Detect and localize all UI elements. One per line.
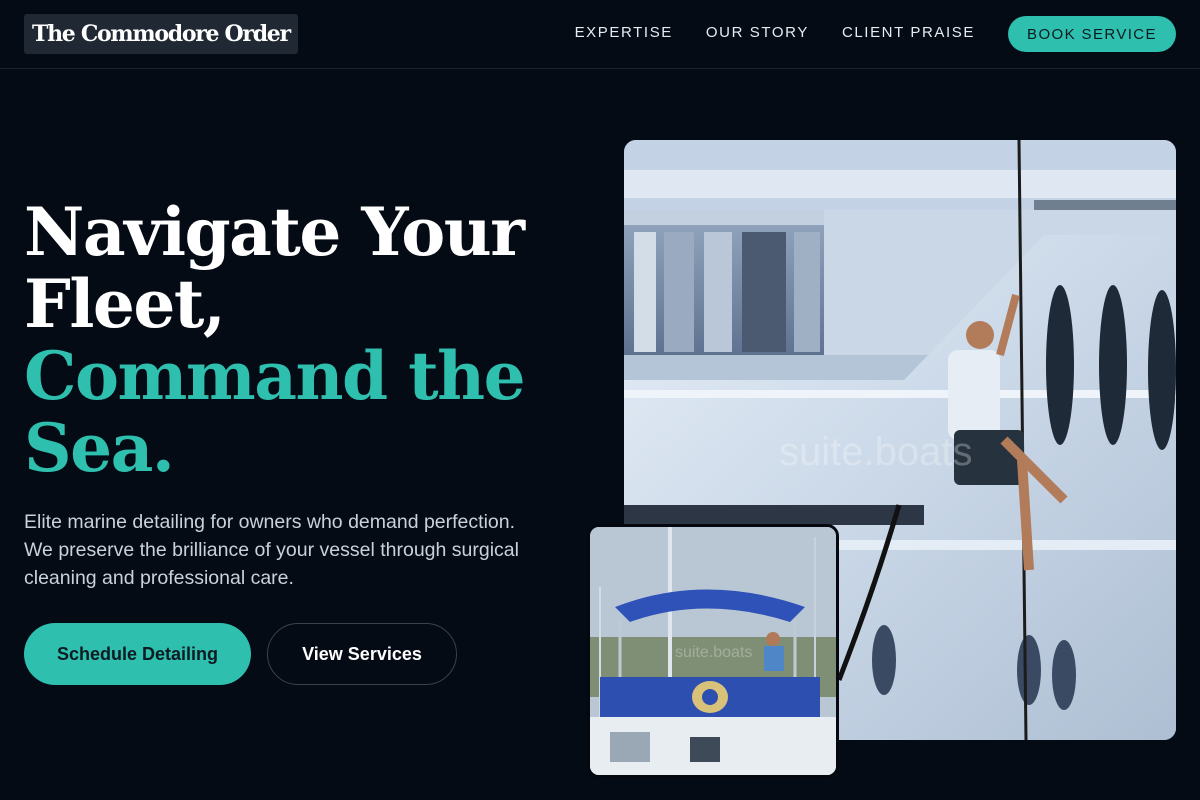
headline-line-4: Sea. — [24, 409, 175, 487]
headline-line-3: Command the — [24, 337, 526, 415]
main-photo-watermark: suite.boats — [779, 430, 972, 474]
book-service-button[interactable]: BOOK SERVICE — [1008, 16, 1176, 52]
headline-line-2: Fleet, — [24, 265, 226, 343]
hero-subtext: Elite marine detailing for owners who de… — [24, 511, 519, 589]
brand-logo[interactable]: The Commodore Order — [24, 14, 298, 54]
top-navigation: The Commodore Order EXPERTISE OUR STORY … — [0, 0, 1200, 69]
nav-link-expertise[interactable]: EXPERTISE — [575, 24, 673, 41]
hero-headline: Navigate Your Fleet, Command the Sea. — [24, 196, 584, 484]
view-services-button[interactable]: View Services — [267, 623, 457, 685]
inset-photo-watermark: suite.boats — [675, 644, 752, 661]
headline-line-1: Navigate Your — [24, 193, 525, 271]
nav-links: EXPERTISE OUR STORY CLIENT PRAISE — [575, 24, 975, 41]
schedule-detailing-button[interactable]: Schedule Detailing — [24, 623, 251, 685]
nav-link-client-praise[interactable]: CLIENT PRAISE — [842, 24, 975, 41]
small-boat-photo: suite.boats — [587, 524, 839, 778]
nav-link-our-story[interactable]: OUR STORY — [706, 24, 809, 41]
